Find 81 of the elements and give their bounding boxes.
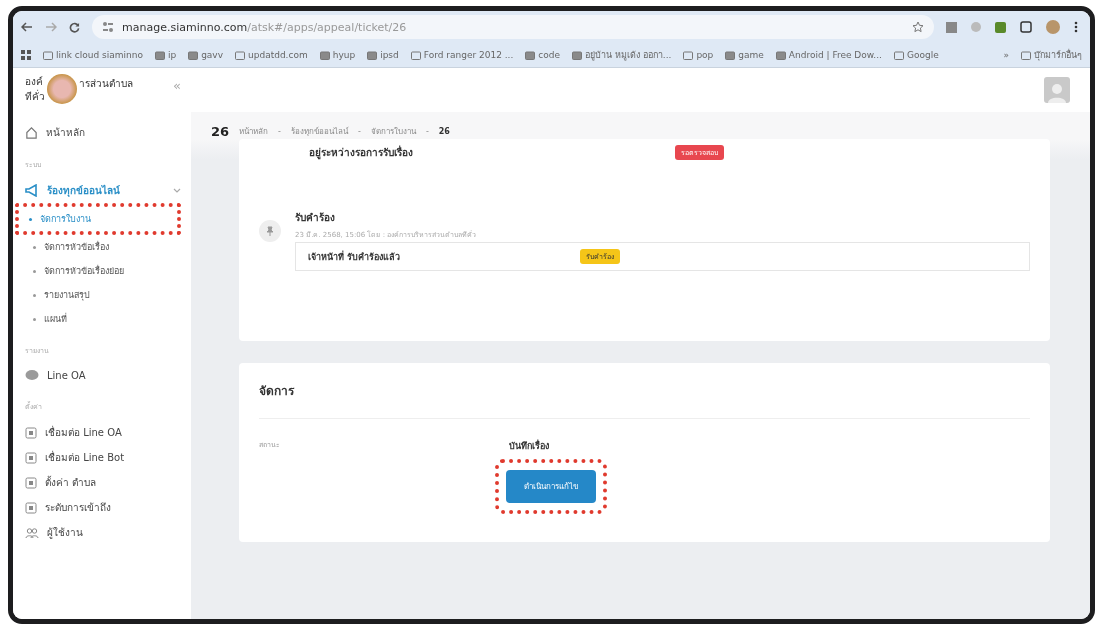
site-icon xyxy=(725,50,736,60)
folder-icon xyxy=(410,50,421,60)
nav-subitem[interactable]: จัดการหัวข้อเรื่องย่อย xyxy=(25,259,181,283)
bookmark[interactable]: gavv xyxy=(188,50,223,60)
chevron-icon[interactable] xyxy=(173,188,181,194)
resolve-button[interactable]: ดำเนินการแก้ไข xyxy=(506,470,596,503)
status-text: อยู่ระหว่างรอการรับเรื่อง xyxy=(309,145,413,160)
bookmark[interactable]: Ford ranger 2012 ... xyxy=(410,50,514,60)
breadcrumb-separator: - xyxy=(358,127,361,136)
profile-icon[interactable] xyxy=(1046,20,1060,34)
nav-subitem[interactable]: รายงานสรุป xyxy=(25,283,181,307)
nav-item[interactable]: Line OA xyxy=(25,364,181,387)
site-icon xyxy=(775,50,786,60)
site-icon xyxy=(572,50,583,60)
page-title: 26 xyxy=(211,124,230,139)
bookmark[interactable]: hyup xyxy=(319,50,356,60)
bookmark[interactable]: updatdd.com xyxy=(235,50,308,60)
puzzle-icon[interactable] xyxy=(1020,21,1032,33)
site-info-icon[interactable] xyxy=(102,21,114,33)
site-icon xyxy=(154,50,165,60)
card-title: จัดการ xyxy=(259,381,1030,419)
back-icon[interactable] xyxy=(21,21,33,32)
action-label: บันทึกเรื่อง xyxy=(509,439,549,453)
folder-icon xyxy=(235,50,245,60)
org-name: องค์ xyxy=(25,76,43,87)
breadcrumb-link[interactable]: หน้าหลัก xyxy=(239,125,269,138)
nav-item[interactable]: เชื่อมต่อ Line OA xyxy=(25,420,181,445)
forward-icon[interactable] xyxy=(45,21,57,32)
square-icon xyxy=(25,501,37,514)
square-icon xyxy=(25,476,37,489)
chat-icon xyxy=(25,369,39,382)
address-bar[interactable]: manage.siaminno.com/atsk#/apps/appeal/ticket/26 xyxy=(92,15,934,39)
breadcrumb-link[interactable]: จัดการใบงาน xyxy=(370,125,416,138)
other-bookmarks[interactable]: บุ๊กมาร์กอื่นๆ xyxy=(1021,48,1082,62)
extension-icon[interactable] xyxy=(995,21,1006,33)
bookmark[interactable]: Android | Free Dow... xyxy=(775,50,882,60)
nav-item[interactable]: ผู้ใช้งาน xyxy=(25,520,181,545)
breadcrumb-link[interactable]: ร้องทุกข์ออนไลน์ xyxy=(291,125,348,138)
reload-icon[interactable] xyxy=(69,21,80,33)
site-icon xyxy=(319,50,330,60)
folder-icon xyxy=(1021,50,1031,60)
nav-subitem[interactable]: จัดการใบงาน xyxy=(21,207,175,231)
bookmark[interactable]: ipsd xyxy=(367,50,399,60)
nav-item[interactable]: ร้องทุกข์ออนไลน์ xyxy=(25,178,181,203)
nav-subitem[interactable]: แผนที่ xyxy=(25,307,181,331)
pin-icon xyxy=(259,220,281,242)
apps-icon[interactable] xyxy=(21,50,31,60)
site-icon xyxy=(188,50,199,60)
more-bookmarks-button[interactable]: » xyxy=(1003,50,1009,60)
bookmark[interactable]: link cloud siaminno xyxy=(43,50,143,60)
bookmark[interactable]: อยู่บ้าน หมูเด้ง ออกา... xyxy=(572,48,672,62)
breadcrumb-separator: - xyxy=(425,127,429,136)
nav-item[interactable]: เชื่อมต่อ Line Bot xyxy=(25,445,181,470)
emblem-logo xyxy=(47,74,77,104)
org-name: ทีคั่ว xyxy=(25,91,45,102)
bookmark[interactable]: ip xyxy=(154,50,177,60)
folder-icon xyxy=(683,50,694,60)
home-icon xyxy=(25,126,38,139)
org-name: ารส่วนตำบล xyxy=(79,77,133,91)
folder-icon xyxy=(43,50,53,60)
bookmark[interactable]: pop xyxy=(683,50,714,60)
nav-subitem[interactable]: จัดการหัวข้อเรื่อง xyxy=(25,235,181,259)
menu-icon[interactable] xyxy=(1074,21,1078,33)
site-icon xyxy=(525,50,536,60)
nav-item[interactable]: ระดับการเข้าถึง xyxy=(25,495,181,520)
site-icon xyxy=(367,50,378,60)
timeline-title: รับคำร้อง xyxy=(295,211,336,225)
folder-icon xyxy=(893,50,904,60)
users-icon xyxy=(25,526,39,539)
nav-item[interactable]: ตั้งค่า ตำบล xyxy=(25,470,181,495)
square-icon xyxy=(25,451,37,464)
breadcrumb-separator: - xyxy=(278,127,281,136)
megaphone-icon xyxy=(25,184,39,197)
bookmark[interactable]: Google xyxy=(893,50,939,60)
bookmark[interactable]: game xyxy=(725,50,764,60)
note-text: เจ้าหน้าที่ รับคำร้องแล้ว xyxy=(308,249,401,264)
star-icon[interactable] xyxy=(912,21,924,33)
square-icon xyxy=(25,426,37,439)
extension-icon[interactable] xyxy=(946,21,957,33)
bookmark[interactable]: code xyxy=(525,50,561,60)
nav-item[interactable]: หน้าหลัก xyxy=(25,120,181,145)
